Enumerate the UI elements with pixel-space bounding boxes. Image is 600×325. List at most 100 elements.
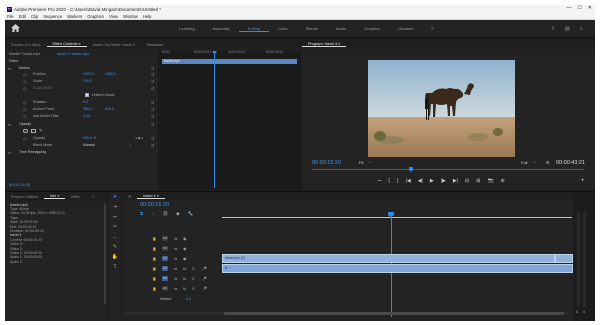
pen-mask-icon[interactable]: ✎ (39, 128, 43, 134)
eye-icon[interactable]: ◉ (183, 236, 186, 241)
position-stopwatch-icon[interactable]: ◷ (23, 72, 27, 77)
settings-wrench-icon[interactable]: ⚙ (546, 160, 550, 165)
track-badge-a1[interactable]: A1 (162, 266, 168, 271)
time-remapping-label[interactable]: Time Remapping (19, 150, 46, 154)
menu-clip[interactable]: Clip (31, 14, 38, 19)
work-area-bar[interactable] (222, 217, 572, 218)
program-scrub-bar[interactable] (312, 169, 584, 170)
tab-metadata[interactable]: Metadata (141, 43, 169, 47)
extract-icon[interactable]: ⊞ (476, 178, 480, 184)
program-current-timecode[interactable]: 00:00:15:20 (312, 160, 341, 166)
microphone-icon[interactable]: 🎤 (202, 286, 207, 291)
workspace-libraries[interactable]: Libraries (389, 26, 422, 32)
menu-edit[interactable]: Edit (19, 14, 26, 19)
type-tool-icon[interactable]: T (109, 264, 121, 272)
microphone-icon[interactable]: 🎤 (202, 266, 207, 271)
timeline-settings-icon[interactable]: 🔧 (188, 211, 194, 217)
tab-effect-controls[interactable]: Effect Controls ≡ (46, 42, 87, 47)
mute-toggle[interactable]: M (183, 287, 186, 291)
motion-section-label[interactable]: Motion (19, 66, 30, 70)
anti-flicker-value[interactable]: 0.00 (83, 114, 90, 118)
blend-reset-icon[interactable]: ↺ (151, 143, 154, 148)
go-to-out-icon[interactable]: ▶| (453, 178, 458, 184)
tab-sequence[interactable]: travel 4 ≡ (137, 194, 165, 199)
mark-out-icon[interactable]: } (397, 178, 399, 184)
lock-icon[interactable]: 🔒 (152, 286, 157, 291)
mute-toggle[interactable]: M (183, 277, 186, 281)
timeline-timecode[interactable]: 00:00:15:20 (140, 202, 169, 208)
effect-playhead[interactable] (214, 52, 215, 188)
opacity-param-reset-icon[interactable]: ↺ (151, 136, 154, 141)
video-clip-v1-tail[interactable] (555, 254, 573, 263)
tab-source[interactable]: Source: (no clips) (5, 43, 47, 47)
eye-icon[interactable]: ◉ (183, 246, 186, 251)
keyframe-nav-icon[interactable]: ◂ ◆ ▸ (135, 136, 143, 140)
button-editor-plus-icon[interactable]: + (581, 178, 585, 184)
anchor-x-value[interactable]: 960.0 (83, 107, 92, 111)
track-header-a2[interactable]: 🔒 A2 ⇆ M S 🎤 (122, 274, 222, 283)
workspace-audio[interactable]: Audio (327, 26, 355, 32)
workspace-color[interactable]: Color (269, 26, 297, 32)
tab-effects[interactable]: Effec (65, 195, 86, 199)
add-marker-icon[interactable]: ◆ (176, 211, 179, 217)
antiflicker-stopwatch-icon[interactable]: ◷ (23, 114, 27, 119)
solo-toggle[interactable]: S (192, 287, 195, 291)
sync-lock-icon[interactable]: ⇆ (174, 286, 177, 291)
play-icon[interactable]: ▶ (430, 178, 434, 184)
lock-icon[interactable]: 🔒 (152, 246, 157, 251)
rectangle-mask-icon[interactable] (31, 129, 36, 133)
timeline-scroll-thumb[interactable] (224, 312, 564, 315)
workspaces-overflow-icon[interactable]: » (431, 26, 434, 32)
ripple-edit-tool-icon[interactable]: ⟛ (109, 214, 121, 222)
master-track-header[interactable]: Master 0.0 (122, 294, 222, 303)
add-marker-icon[interactable]: ⊸ (377, 178, 381, 184)
menu-file[interactable]: File (7, 14, 14, 19)
master-volume-value[interactable]: 0.0 (186, 297, 191, 301)
lock-icon[interactable]: 🔒 (152, 236, 157, 241)
rotation-value[interactable]: 0.0 (83, 100, 88, 104)
program-playhead-icon[interactable] (409, 167, 413, 172)
info-scrollbar[interactable] (104, 204, 106, 304)
home-icon[interactable] (11, 24, 20, 32)
step-back-icon[interactable]: ◀| (418, 178, 423, 184)
close-button[interactable]: ✕ (588, 5, 592, 11)
workspace-graphics[interactable]: Graphics (355, 26, 389, 32)
audio-clip-a1[interactable]: fx (222, 264, 573, 273)
sync-lock-icon[interactable]: ⇆ (174, 266, 177, 271)
search-icon[interactable]: ⌕ (580, 26, 583, 32)
workspace-assembly[interactable]: Assembly (204, 26, 239, 32)
selection-tool-icon[interactable]: ➤ (109, 194, 121, 202)
track-badge-v2[interactable]: V2 (162, 246, 168, 251)
rotation-reset-icon[interactable]: ↺ (151, 100, 154, 105)
hand-tool-icon[interactable]: ✋ (109, 254, 121, 262)
lock-icon[interactable]: 🔒 (152, 276, 157, 281)
anti-flicker-reset-icon[interactable]: ↺ (151, 114, 154, 119)
workspace-learning[interactable]: Learning (170, 26, 204, 32)
close-icon[interactable]: ✕ (122, 194, 137, 199)
tab-audio-clip-mixer[interactable]: Audio Clip Mixer: travel 4 (87, 43, 141, 47)
track-badge-v3[interactable]: V3 (162, 236, 168, 241)
fit-select[interactable]: Fit (359, 160, 363, 165)
uniform-scale-checkbox[interactable] (85, 93, 89, 97)
track-header-a3[interactable]: 🔒 A3 ⇆ M S 🎤 (122, 284, 222, 293)
lock-icon[interactable]: 🔒 (152, 266, 157, 271)
track-badge-a2[interactable]: A2 (162, 276, 168, 281)
resolution-select[interactable]: Full (521, 160, 527, 165)
motion-reset-icon[interactable]: ↺ (151, 66, 154, 71)
minimize-button[interactable]: — (566, 5, 571, 11)
track-badge-v1[interactable]: V1 (162, 256, 168, 261)
comparison-view-icon[interactable]: ⊕ (501, 178, 505, 184)
scale-reset-icon[interactable]: ↺ (151, 79, 154, 84)
scale-value[interactable]: 100.0 (83, 79, 92, 83)
solo-toggle[interactable]: S (192, 277, 195, 281)
step-forward-icon[interactable]: |▶ (441, 178, 446, 184)
position-reset-icon[interactable]: ↺ (151, 72, 154, 77)
effect-clip-bar[interactable]: travel.mp4 (162, 59, 297, 64)
maximize-button[interactable]: ☐ (577, 5, 581, 11)
anchor-stopwatch-icon[interactable]: ◷ (23, 107, 27, 112)
sync-lock-icon[interactable]: ⇆ (174, 256, 177, 261)
opacity-stopwatch-icon[interactable]: ◷ (23, 136, 27, 141)
video-clip-v1[interactable]: travel.mp4 [V] (222, 254, 555, 263)
meter-solo-left[interactable]: S (576, 310, 578, 314)
tab-program[interactable]: Program: travel 4 ≡ (302, 42, 347, 47)
